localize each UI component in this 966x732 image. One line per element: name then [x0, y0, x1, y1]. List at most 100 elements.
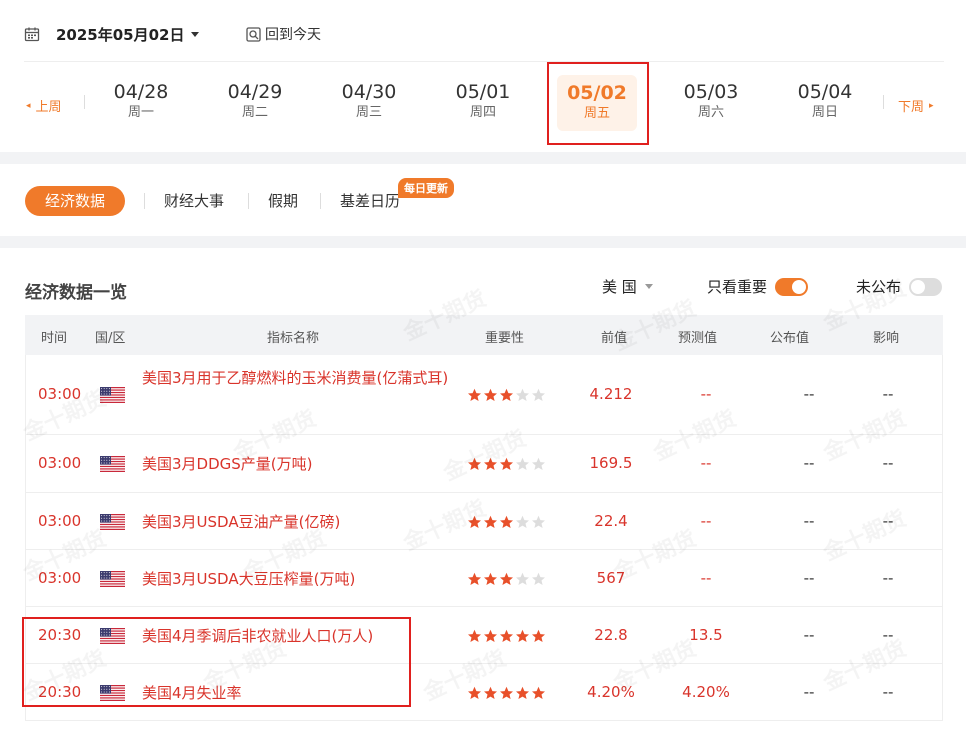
day-0504[interactable]: 05/04 周日: [785, 80, 865, 122]
indicator-name-link[interactable]: 美国3月DDGS产量(万吨): [142, 453, 454, 476]
chevron-down-icon[interactable]: [190, 31, 199, 37]
table-row[interactable]: 03:00 美国3月DDGS产量(万吨) 169.5 -- -- --: [26, 435, 942, 493]
indicator-name-link[interactable]: 美国3月用于乙醇燃料的玉米消费量(亿蒲式耳): [142, 367, 454, 390]
table-header: 时间 国/区 指标名称 重要性 前值 预测值 公布值 影响: [25, 315, 943, 355]
star-icon: [532, 629, 545, 642]
back-to-today-button[interactable]: 回到今天: [246, 24, 321, 44]
day-weekday: 周三: [355, 105, 382, 120]
star-icon: [484, 686, 497, 699]
row-time: 03:00: [38, 569, 82, 587]
row-time: 03:00: [38, 385, 82, 403]
table-row[interactable]: 03:00 美国3月用于乙醇燃料的玉米消费量(亿蒲式耳) 4.212 -- -- --: [26, 355, 942, 435]
row-previous-value: 567: [596, 569, 626, 587]
day-0428[interactable]: 04/28 周一: [101, 80, 181, 122]
row-impact-value: --: [882, 385, 894, 403]
unpublished-label: 未公布: [856, 278, 902, 296]
row-forecast-value: 13.5: [689, 626, 723, 644]
divider: [144, 193, 145, 209]
us-flag-icon: [100, 456, 125, 472]
tab-holidays[interactable]: 假期: [268, 190, 298, 211]
star-icon: [500, 388, 513, 401]
next-week-button[interactable]: 下周 ▸: [898, 96, 934, 115]
day-date: 04/30: [341, 81, 397, 103]
daily-update-badge: 每日更新: [398, 178, 454, 198]
row-previous-value: 169.5: [589, 454, 633, 472]
row-actual-value: --: [803, 569, 815, 587]
page-title: 经济数据一览: [25, 283, 127, 303]
day-date: 04/29: [227, 81, 283, 103]
day-0503[interactable]: 05/03 周六: [671, 80, 751, 122]
row-impact-value: --: [882, 683, 894, 701]
row-actual-value: --: [803, 626, 815, 644]
day-0430[interactable]: 04/30 周三: [329, 80, 409, 122]
day-0429[interactable]: 04/29 周二: [215, 80, 295, 122]
day-date: 04/28: [113, 81, 169, 103]
row-actual-value: --: [803, 683, 815, 701]
tab-economic-data[interactable]: 经济数据: [25, 186, 125, 216]
column-header-importance: 重要性: [485, 331, 525, 346]
selected-day-highlight-box: [547, 62, 649, 145]
row-previous-value: 4.212: [589, 385, 633, 403]
star-icon: [516, 686, 529, 699]
divider: [883, 95, 884, 109]
row-forecast-value: --: [700, 385, 712, 403]
table-row[interactable]: 03:00 美国3月USDA大豆压榨量(万吨) 567 -- -- --: [26, 550, 942, 607]
unpublished-filter: 未公布: [856, 276, 943, 297]
day-weekday: 周四: [469, 105, 496, 120]
category-tabs: 经济数据 财经大事 假期 基差日历 每日更新: [0, 164, 966, 236]
column-header-time: 时间: [41, 331, 68, 346]
row-impact-value: --: [882, 626, 894, 644]
star-icon: [516, 629, 529, 642]
row-previous-value: 22.8: [594, 626, 628, 644]
row-impact-value: --: [882, 512, 894, 530]
day-date: 05/04: [797, 81, 853, 103]
row-previous-value: 4.20%: [587, 683, 635, 701]
date-picker[interactable]: 2025年05月02日: [24, 22, 199, 46]
column-header-country: 国/区: [95, 331, 126, 346]
star-icon: [532, 457, 545, 470]
star-icon: [484, 388, 497, 401]
star-icon: [532, 388, 545, 401]
prev-week-button[interactable]: ◂ 上周: [26, 96, 62, 115]
current-date[interactable]: 2025年05月02日: [56, 24, 185, 45]
toggle-knob: [911, 279, 926, 294]
row-forecast-value: 4.20%: [682, 683, 730, 701]
important-only-toggle[interactable]: [775, 277, 809, 296]
day-weekday: 周二: [241, 105, 268, 120]
star-icon: [516, 388, 529, 401]
tab-basis-calendar[interactable]: 基差日历: [340, 190, 400, 211]
star-icon: [516, 515, 529, 528]
day-weekday: 周六: [697, 105, 724, 120]
star-icon: [532, 686, 545, 699]
star-icon: [468, 388, 481, 401]
star-icon: [484, 572, 497, 585]
day-date: 05/01: [455, 81, 511, 103]
importance-stars: [467, 629, 547, 643]
importance-stars: [467, 572, 547, 586]
star-icon: [500, 572, 513, 585]
chevron-left-icon: ◂: [26, 100, 31, 111]
column-header-previous: 前值: [601, 331, 628, 346]
chevron-right-icon: ▸: [929, 100, 934, 111]
indicator-name-link[interactable]: 美国3月USDA大豆压榨量(万吨): [142, 568, 454, 591]
divider: [320, 193, 321, 209]
star-icon: [484, 457, 497, 470]
important-only-label: 只看重要: [707, 278, 768, 296]
row-previous-value: 22.4: [594, 512, 628, 530]
importance-stars: [467, 457, 547, 471]
country-select-value: 美 国: [602, 278, 637, 296]
star-icon: [500, 686, 513, 699]
day-0501[interactable]: 05/01 周四: [443, 80, 523, 122]
divider: [248, 193, 249, 209]
row-time: 03:00: [38, 512, 82, 530]
tab-financial-events[interactable]: 财经大事: [164, 190, 224, 211]
unpublished-toggle[interactable]: [909, 277, 943, 296]
calendar-icon: [24, 27, 40, 42]
column-header-indicator: 指标名称: [267, 331, 320, 346]
star-icon: [468, 686, 481, 699]
country-select[interactable]: 美 国: [602, 276, 653, 297]
table-row[interactable]: 03:00 美国3月USDA豆油产量(亿磅) 22.4 -- -- --: [26, 493, 942, 550]
indicator-name-link[interactable]: 美国3月USDA豆油产量(亿磅): [142, 511, 454, 534]
importance-stars: [467, 388, 547, 402]
us-flag-icon: [100, 514, 125, 530]
